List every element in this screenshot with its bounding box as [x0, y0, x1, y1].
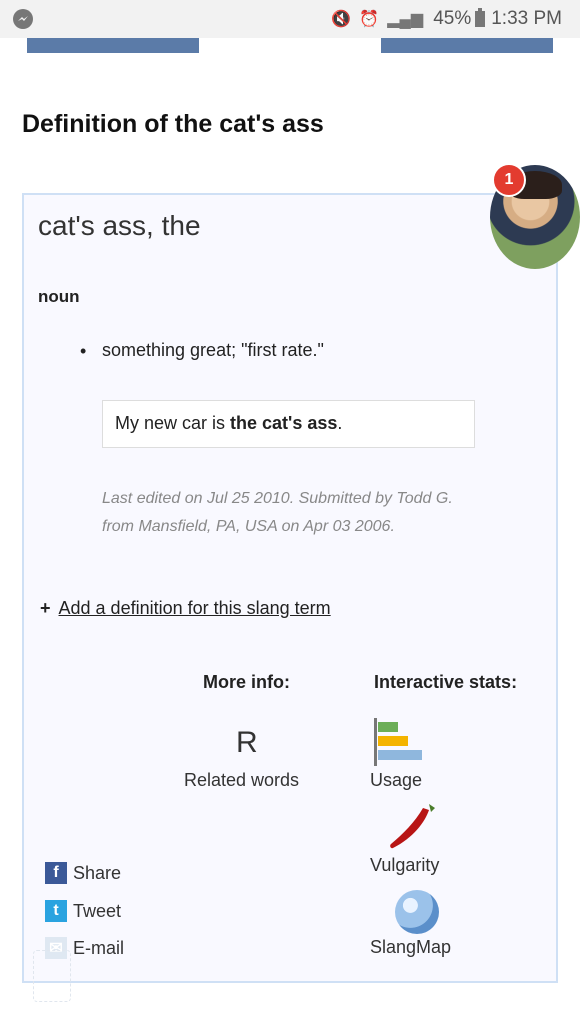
- notification-badge: 1: [492, 163, 526, 197]
- status-icons: 🔇 ⏰ ▂▄▆: [331, 9, 423, 29]
- tweet-label: Tweet: [73, 900, 122, 921]
- example-bold: the cat's ass: [230, 413, 338, 433]
- globe-icon[interactable]: [395, 890, 439, 934]
- facebook-icon: f: [45, 862, 67, 884]
- plus-icon: +: [40, 598, 51, 618]
- status-time: 1:33 PM: [491, 8, 562, 29]
- status-bar: 🔇 ⏰ ▂▄▆ 45% 1:33 PM: [0, 0, 580, 38]
- signal-icon: ▂▄▆: [387, 11, 424, 28]
- bar-chart-bar-green: [378, 722, 398, 732]
- add-definition-label: Add a definition for this slang term: [58, 598, 331, 618]
- more-info-heading: More info:: [203, 672, 290, 692]
- term-heading: cat's ass, the: [38, 210, 201, 241]
- battery-icon: [475, 8, 486, 27]
- chili-pepper-icon[interactable]: [385, 800, 440, 855]
- bar-chart-icon[interactable]: [374, 718, 424, 766]
- bar-chart-bar-yellow: [378, 736, 408, 746]
- slangmap-link[interactable]: SlangMap: [370, 937, 451, 958]
- bar-chart-bar-blue: [378, 750, 422, 760]
- vulgarity-link[interactable]: Vulgarity: [370, 855, 439, 876]
- share-label: Share: [73, 862, 122, 883]
- page: 🔇 ⏰ ▂▄▆ 45% 1:33 PM Definition of the ca…: [0, 0, 580, 1029]
- example-prefix: My new car is: [115, 413, 231, 433]
- top-nav-bar-left[interactable]: [27, 38, 199, 53]
- twitter-icon: t: [45, 900, 67, 922]
- messenger-icon: [13, 9, 33, 29]
- definition-text: something great; "first rate.": [102, 340, 324, 360]
- alarm-icon: ⏰: [359, 11, 380, 28]
- meta-line-2: from Mansfield, PA, USA on Apr 03 2006.: [102, 518, 395, 535]
- interactive-stats-heading: Interactive stats:: [374, 672, 518, 692]
- page-title: Definition of the cat's ass: [22, 110, 324, 138]
- example-suffix: .: [337, 413, 343, 433]
- related-words-link[interactable]: Related words: [184, 770, 299, 791]
- tweet-button[interactable]: t Tweet: [45, 900, 121, 922]
- example-box: My new car is the cat's ass.: [102, 400, 475, 448]
- submission-meta: Last edited on Jul 25 2010. Submitted by…: [102, 485, 542, 541]
- related-words-icon[interactable]: R: [236, 726, 258, 760]
- usage-link[interactable]: Usage: [370, 770, 422, 791]
- mute-icon: 🔇: [331, 11, 352, 28]
- meta-line-1: Last edited on Jul 25 2010. Submitted by…: [102, 490, 453, 507]
- add-definition-link[interactable]: + Add a definition for this slang term: [40, 598, 331, 619]
- bullet-dot: •: [80, 341, 87, 361]
- part-of-speech: noun: [38, 287, 80, 306]
- email-label: E-mail: [73, 937, 125, 958]
- scroll-ghost: [33, 950, 71, 1002]
- battery-percent: 45%: [433, 8, 472, 29]
- bar-chart-axis: [374, 718, 377, 766]
- share-button[interactable]: f Share: [45, 862, 121, 884]
- top-nav-bar-right[interactable]: [381, 38, 553, 53]
